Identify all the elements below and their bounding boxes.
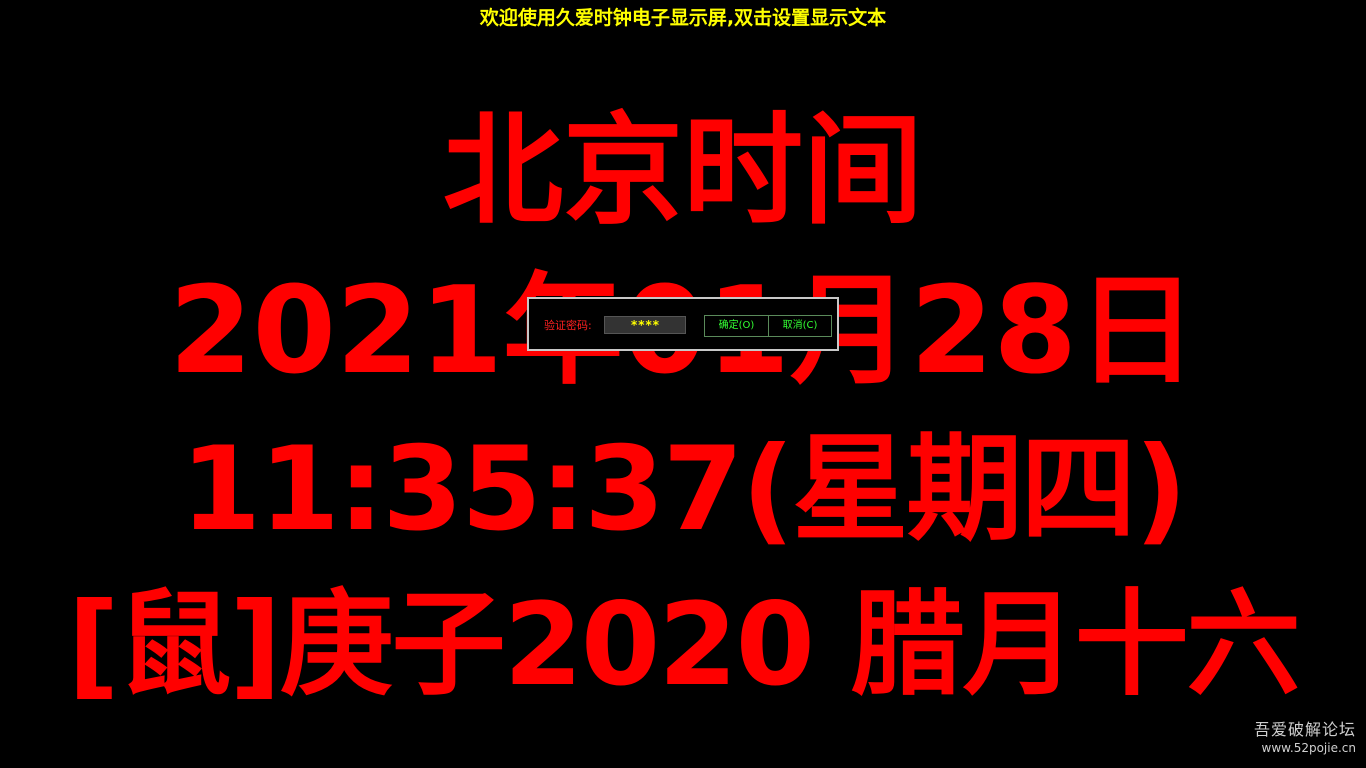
watermark-url: www.52pojie.cn bbox=[1261, 741, 1356, 755]
password-dialog: 验证密码: **** 确定(O) 取消(C) bbox=[527, 297, 839, 351]
cancel-button[interactable]: 取消(C) bbox=[768, 315, 832, 337]
watermark: 吾爱破解论坛 www.52pojie.cn bbox=[1254, 720, 1356, 756]
banner-text[interactable]: 欢迎使用久爱时钟电子显示屏,双击设置显示文本 bbox=[0, 6, 1366, 30]
clock-lunar-date[interactable]: [鼠]庚子2020 腊月十六 bbox=[0, 588, 1366, 702]
password-label: 验证密码: bbox=[544, 319, 592, 332]
watermark-title: 吾爱破解论坛 bbox=[1253, 720, 1356, 739]
clock-time[interactable]: 11:35:37(星期四) bbox=[0, 432, 1366, 548]
clock-title[interactable]: 北京时间 bbox=[0, 112, 1366, 232]
ok-button[interactable]: 确定(O) bbox=[704, 315, 769, 337]
password-input[interactable]: **** bbox=[604, 316, 686, 334]
